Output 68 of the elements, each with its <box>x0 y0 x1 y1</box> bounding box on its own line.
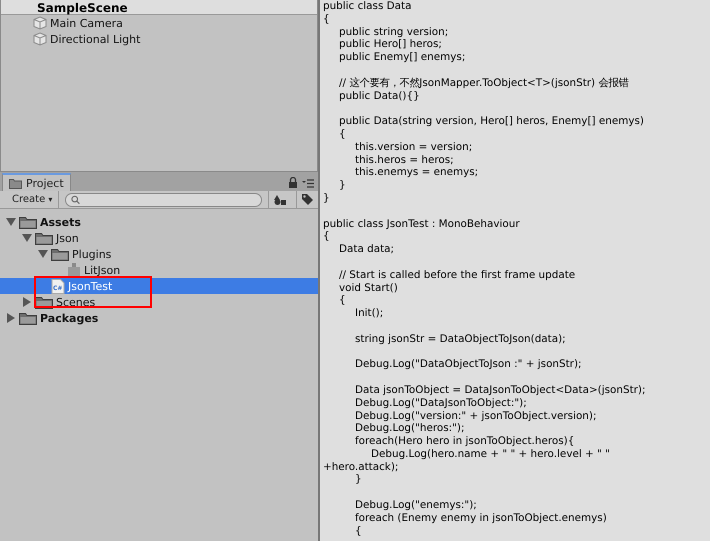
code-line: { <box>338 294 347 308</box>
code-line: public string version; <box>338 26 450 38</box>
code-line: Debug.Log("version:" + jsonToObject.version); <box>354 410 598 422</box>
code-line: { <box>354 524 363 538</box>
search-icon <box>71 194 81 204</box>
shapes-icon <box>272 194 286 206</box>
code-line: public class Data <box>323 0 412 13</box>
code-line: foreach (Enemy enemy in jsonToObject.enemys) <box>354 512 608 525</box>
expanded-arrow-icon[interactable] <box>6 217 16 227</box>
code-line: public Enemy[] enemys; <box>338 51 466 64</box>
code-line: string jsonStr = DataObjectToJson(data); <box>354 332 567 346</box>
collapsed-arrow-icon[interactable] <box>22 297 32 307</box>
lock-icon[interactable] <box>288 177 298 188</box>
expanded-arrow-icon[interactable] <box>22 233 32 243</box>
code-line: this.heros = heros; <box>354 154 455 166</box>
code-line: public class JsonTest : MonoBehaviour <box>323 218 521 230</box>
code-line: Debug.Log("DataJsonToObject:"); <box>354 396 528 410</box>
code-line: Debug.Log("heros:"); <box>354 422 466 436</box>
tree-item[interactable]: Plugins <box>0 246 318 262</box>
hierarchy-item[interactable]: Directional Light <box>1 31 317 47</box>
code-line: Debug.Log("DataObjectToJson :" + jsonStr); <box>354 358 583 372</box>
item-label: LitJson <box>84 264 120 276</box>
code-line: // Start is called before the first frame update <box>338 268 576 282</box>
folder-icon <box>9 178 22 188</box>
tree-item[interactable]: Json <box>0 230 318 246</box>
code-line: void Start() <box>338 282 399 294</box>
item-label: Scenes <box>56 296 96 308</box>
code-line: Init(); <box>354 307 384 320</box>
item-label: Assets <box>40 216 81 228</box>
menu-icon[interactable] <box>302 179 314 188</box>
code-line: public Hero[] heros; <box>338 38 443 52</box>
folder-icon <box>19 312 37 324</box>
code-line: Debug.Log(hero.name + " " + hero.level + " " <box>370 448 611 461</box>
folder-icon <box>35 232 53 244</box>
asset-icon <box>67 263 81 277</box>
code-line: { <box>323 230 331 244</box>
code-line: { <box>338 128 347 141</box>
tree-item[interactable]: Assets <box>0 214 318 230</box>
code-line: this.version = version; <box>354 140 474 154</box>
code-line: Data data; <box>338 243 396 256</box>
hierarchy-item[interactable]: Main Camera <box>1 15 317 31</box>
code-line: public Data(){} <box>338 90 421 102</box>
expanded-arrow-icon[interactable] <box>38 249 48 259</box>
search-field[interactable] <box>65 192 262 206</box>
code-line: } <box>354 473 363 486</box>
create-button[interactable]: Create ▾ <box>6 191 60 208</box>
code-line: +hero.attack); <box>323 460 400 474</box>
code-line: Debug.Log("enemys:"); <box>354 499 478 512</box>
item-label: JsonTest <box>68 280 112 292</box>
item-label: Plugins <box>72 248 112 260</box>
item-label: Packages <box>40 312 98 324</box>
item-label: Json <box>56 232 79 244</box>
collapsed-arrow-icon[interactable] <box>6 313 16 323</box>
code-line: public Data(string version, Hero[] heros, Enemy[] enemys) <box>338 115 645 128</box>
code-line: { <box>323 12 331 26</box>
cube-icon <box>33 32 47 46</box>
project-tab[interactable]: Project <box>2 173 71 191</box>
folder-icon <box>51 248 69 260</box>
code-line: } <box>323 192 331 205</box>
code-line: // 这个要有，不然JsonMapper.ToObject<T>(jsonStr) 会报错 <box>338 76 630 90</box>
tree-item[interactable]: Packages <box>0 310 318 326</box>
code-line: Data jsonToObject = DataJsonToObject<Data>(jsonStr); <box>354 384 646 397</box>
code-line: foreach(Hero hero in jsonToObject.heros){ <box>354 435 576 448</box>
tree-item[interactable]: Scenes <box>0 294 318 310</box>
folder-icon <box>19 216 37 228</box>
tree-item[interactable]: LitJson <box>0 262 318 278</box>
code-line: this.enemys = enemys; <box>354 166 480 180</box>
code-line: } <box>338 179 347 192</box>
